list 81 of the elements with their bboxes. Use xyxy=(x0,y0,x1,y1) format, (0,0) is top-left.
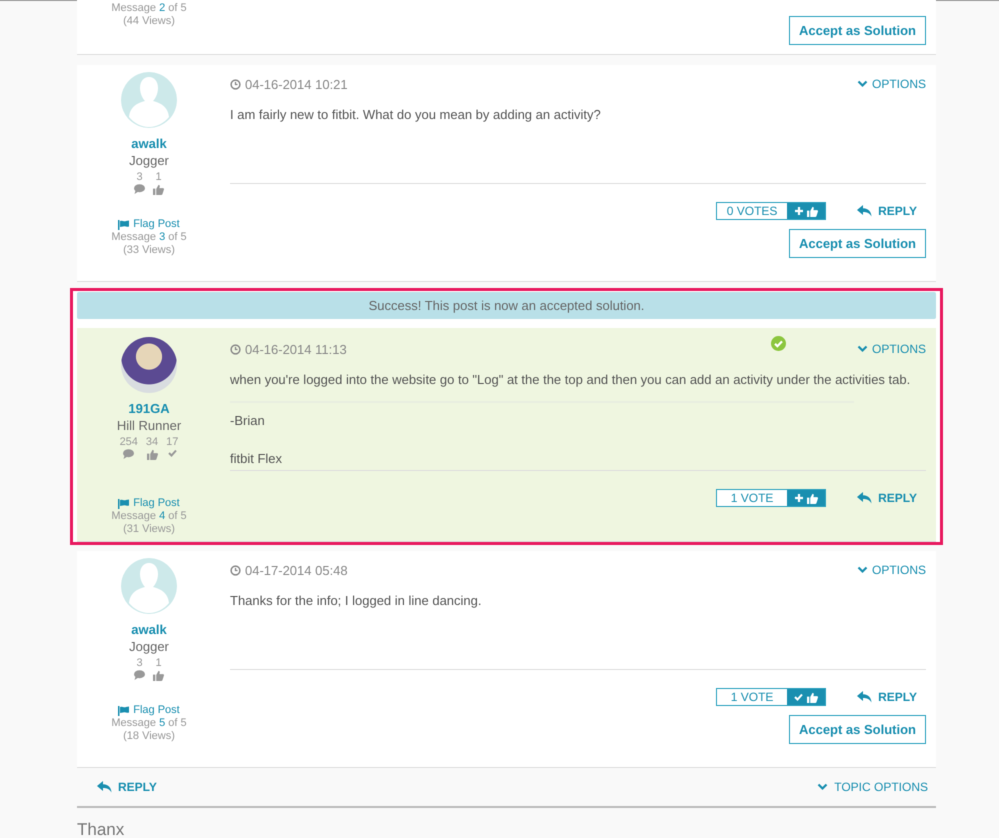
thumbs-up-icon xyxy=(806,492,818,504)
thumbs-up-icon xyxy=(807,692,818,702)
reply-button[interactable]: REPLY xyxy=(857,491,917,505)
flag-icon xyxy=(118,220,130,230)
chevron-down-icon xyxy=(856,345,868,353)
clock-icon xyxy=(230,564,241,576)
post-text: I am fairly new to fitbit. What do you mean by adding an activity? xyxy=(230,107,602,123)
options-menu-button[interactable]: OPTIONS xyxy=(856,77,926,91)
thumbs-up-icon xyxy=(153,670,164,681)
default-avatar-icon xyxy=(121,558,177,614)
reply-arrow-icon xyxy=(857,205,872,217)
vote-count: 1 VOTE xyxy=(730,689,774,705)
thumbs-up-icon xyxy=(153,184,164,195)
chevron-down-icon xyxy=(856,566,868,574)
message-count: Message 3 of 5 xyxy=(111,231,187,244)
stat-count: 1 xyxy=(155,658,162,669)
author-rank: Jogger xyxy=(129,153,169,169)
reply-arrow-icon xyxy=(97,781,112,793)
clock-icon xyxy=(230,78,241,90)
success-banner: Success! This post is now an accepted solution. xyxy=(77,292,936,319)
message-count: Message 2 of 5 xyxy=(110,2,188,15)
accept-solution-button[interactable]: Accept as Solution xyxy=(788,16,926,45)
stat-count: 3 xyxy=(136,172,143,183)
accept-solution-button[interactable]: Accept as Solution xyxy=(788,229,926,258)
author-rank: Hill Runner xyxy=(116,418,182,434)
topic-options-button[interactable]: TOPIC OPTIONS xyxy=(817,780,928,794)
stat-count: 34 xyxy=(146,437,158,448)
check-icon xyxy=(794,693,804,701)
stat-count: 1 xyxy=(155,172,162,183)
author-name[interactable]: awalk xyxy=(131,137,167,151)
chevron-down-icon xyxy=(817,783,828,791)
reply-button[interactable]: REPLY xyxy=(857,204,917,218)
stat-count: 254 xyxy=(120,437,138,448)
author-rank: Jogger xyxy=(129,639,169,655)
flag-icon xyxy=(118,498,130,508)
section-title: Thanx xyxy=(77,820,126,838)
thumbs-up-icon xyxy=(806,206,818,216)
plus-icon xyxy=(794,494,803,502)
kudo-button[interactable] xyxy=(787,203,826,219)
view-count: (33 Views) xyxy=(122,244,176,257)
message-count: Message 5 of 5 xyxy=(111,717,187,730)
check-icon xyxy=(168,449,177,457)
kudo-button[interactable] xyxy=(787,490,826,506)
post-date: 04-17-2014 05:48 xyxy=(245,562,348,578)
view-count: (18 Views) xyxy=(122,730,176,743)
clock-icon xyxy=(230,344,241,354)
post-date: 04-16-2014 11:13 xyxy=(245,342,347,356)
speech-bubble-icon xyxy=(134,184,145,194)
accepted-check-icon xyxy=(771,336,786,351)
default-avatar-icon xyxy=(121,72,177,128)
options-menu-button[interactable]: OPTIONS xyxy=(856,342,926,356)
author-name[interactable]: 191GA xyxy=(128,402,170,416)
signature-text: -Brian xyxy=(230,413,266,429)
view-count: (31 Views) xyxy=(122,523,176,536)
chevron-down-icon xyxy=(856,80,868,88)
post-date: 04-16-2014 10:21 xyxy=(245,76,348,92)
kudo-button[interactable] xyxy=(787,689,826,705)
flag-post-link[interactable]: Flag Post xyxy=(133,497,180,510)
plus-icon xyxy=(794,207,803,215)
accept-solution-button[interactable]: Accept as Solution xyxy=(788,715,926,744)
flag-post-link[interactable]: Flag Post xyxy=(133,218,180,231)
author-name[interactable]: awalk xyxy=(131,623,167,637)
flag-post-link[interactable]: Flag Post xyxy=(133,704,180,717)
speech-bubble-icon xyxy=(123,449,134,459)
flag-icon xyxy=(118,706,130,716)
reply-button[interactable]: REPLY xyxy=(97,780,157,794)
post-text: Thanks for the info; I logged in line dancing. xyxy=(230,593,482,609)
reply-arrow-icon xyxy=(857,492,872,504)
reply-arrow-icon xyxy=(857,691,872,703)
thumbs-up-icon xyxy=(146,449,158,460)
post-text: when you're logged into the website go to "Log" at the the top and then you can add an activity under the activities tab. xyxy=(230,372,912,388)
speech-bubble-icon xyxy=(134,670,145,680)
options-menu-button[interactable]: OPTIONS xyxy=(856,563,926,577)
signature-text: fitbit Flex xyxy=(230,451,284,467)
stat-count: 3 xyxy=(136,658,143,669)
message-count: Message 4 of 5 xyxy=(111,510,187,523)
view-count: (44 Views) xyxy=(122,15,176,28)
vote-count: 0 VOTES xyxy=(726,203,778,219)
vote-count: 1 VOTE xyxy=(730,490,774,506)
reply-button[interactable]: REPLY xyxy=(857,690,917,704)
stat-count: 17 xyxy=(166,437,178,448)
